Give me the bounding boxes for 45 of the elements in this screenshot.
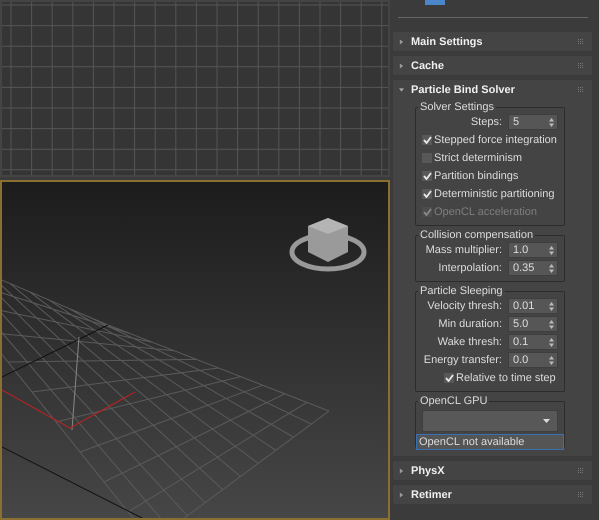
spinner-arrows-icon[interactable]: [549, 246, 554, 254]
checkbox-label[interactable]: Strict determinism: [434, 152, 522, 164]
field-label: Min duration:: [438, 318, 502, 330]
rollout-header[interactable]: Retimer: [393, 485, 592, 504]
caret-icon: [543, 419, 550, 423]
spinner-field[interactable]: 5: [508, 114, 558, 130]
expand-arrow-icon: [399, 38, 404, 44]
rollout-header[interactable]: Cache: [393, 56, 592, 75]
status-text: OpenCL not available: [416, 434, 564, 450]
rollout-header[interactable]: PhysX: [393, 461, 592, 480]
spinner-field[interactable]: 0.01: [508, 298, 558, 314]
spinner-arrows-icon[interactable]: [549, 356, 554, 364]
group-title: Particle Sleeping: [419, 285, 504, 297]
spinner-field[interactable]: 5.0: [508, 316, 558, 332]
field-label: Energy transfer:: [424, 354, 502, 366]
checkbox-label[interactable]: Partition bindings: [434, 170, 518, 182]
group-title: OpenCL GPU: [419, 395, 488, 407]
spinner-field[interactable]: 0.35: [508, 260, 558, 276]
spinner-arrows-icon[interactable]: [549, 302, 554, 310]
spinner-arrows-icon[interactable]: [549, 320, 554, 328]
viewport[interactable]: [0, 180, 390, 520]
expand-arrow-icon: [399, 492, 404, 498]
group-title: Collision compensation: [419, 229, 534, 241]
expand-arrow-icon: [399, 468, 404, 474]
collapse-arrow-icon: [399, 86, 404, 92]
field-label: Steps:: [470, 116, 502, 128]
spinner-arrows-icon[interactable]: [549, 118, 554, 126]
spinner-field[interactable]: 0.0: [508, 352, 558, 368]
group-title: Solver Settings: [419, 101, 495, 113]
axis-tripod-icon: [2, 336, 136, 430]
rollout-header[interactable]: Main Settings: [393, 32, 592, 51]
checkbox-label[interactable]: Deterministic partitioning: [434, 188, 554, 200]
view-cube-icon[interactable]: [290, 218, 366, 272]
checkbox-label[interactable]: Stepped force integration: [434, 134, 557, 146]
field-label: Wake thresh:: [438, 336, 502, 348]
field-label: Interpolation:: [438, 262, 502, 274]
field-label: Velocity thresh:: [427, 300, 502, 312]
rollout-header[interactable]: Particle Bind Solver: [393, 80, 592, 99]
field-label: Mass multiplier:: [426, 244, 502, 256]
checkbox-label[interactable]: Relative to time step: [456, 372, 556, 384]
spinner-arrows-icon[interactable]: [549, 264, 554, 272]
expand-arrow-icon: [399, 62, 404, 68]
spinner-arrows-icon[interactable]: [549, 338, 554, 346]
spinner-field[interactable]: 1.0: [508, 242, 558, 258]
spinner-field[interactable]: 0.1: [508, 334, 558, 350]
